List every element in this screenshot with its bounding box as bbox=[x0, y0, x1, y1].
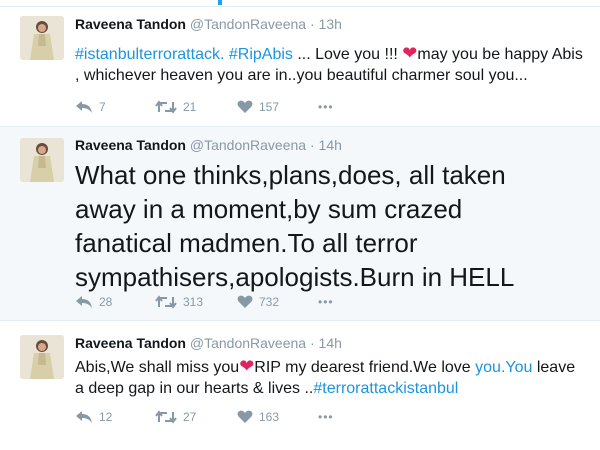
timestamp[interactable]: 13h bbox=[319, 16, 342, 32]
tweet[interactable]: Raveena Tandon @TandonRaveena · 13h #ist… bbox=[0, 6, 600, 127]
reply-count: 28 bbox=[99, 295, 113, 309]
retweet-count: 21 bbox=[183, 100, 197, 114]
more-icon: ••• bbox=[318, 410, 334, 424]
retweet-button[interactable]: 27 bbox=[155, 410, 196, 424]
reply-button[interactable]: 7 bbox=[75, 100, 106, 114]
tweet-text-part: RIP my dearest friend.We love bbox=[254, 359, 476, 376]
more-icon: ••• bbox=[318, 295, 334, 309]
heart-emoji: ❤ bbox=[239, 356, 255, 376]
top-strip-mark bbox=[218, 0, 222, 5]
tweet-text: Abis,We shall miss you❤RIP my dearest fr… bbox=[75, 356, 585, 399]
retweet-count: 27 bbox=[183, 410, 197, 424]
separator-dot: · bbox=[309, 16, 315, 32]
tweet[interactable]: Raveena Tandon @TandonRaveena · 14h What… bbox=[0, 127, 600, 321]
avatar[interactable] bbox=[20, 16, 64, 60]
author-handle[interactable]: @TandonRaveena bbox=[190, 16, 306, 32]
like-icon bbox=[237, 100, 253, 114]
author-name[interactable]: Raveena Tandon bbox=[75, 16, 186, 32]
tweet[interactable]: Raveena Tandon @TandonRaveena · 14h Abis… bbox=[0, 321, 600, 450]
author-handle[interactable]: @TandonRaveena bbox=[190, 137, 306, 153]
tweet-text-part: ... Love you !!! bbox=[292, 46, 403, 63]
like-count: 163 bbox=[259, 410, 280, 424]
tweet-header: Raveena Tandon @TandonRaveena · 13h bbox=[75, 16, 342, 32]
author-handle[interactable]: @TandonRaveena bbox=[190, 335, 306, 351]
more-button[interactable]: ••• bbox=[318, 295, 334, 309]
retweet-icon bbox=[155, 295, 177, 309]
reply-icon bbox=[75, 410, 93, 424]
tweet-header: Raveena Tandon @TandonRaveena · 14h bbox=[75, 335, 342, 351]
tweet-text: What one thinks,plans,does, all taken aw… bbox=[75, 160, 515, 292]
like-icon bbox=[237, 295, 253, 309]
separator-dot: · bbox=[309, 335, 315, 351]
like-button[interactable]: 157 bbox=[237, 100, 279, 114]
reply-icon bbox=[75, 100, 93, 114]
more-icon: ••• bbox=[318, 100, 334, 114]
like-icon bbox=[237, 410, 253, 424]
reply-button[interactable]: 28 bbox=[75, 295, 112, 309]
reply-count: 12 bbox=[99, 410, 113, 424]
like-button[interactable]: 163 bbox=[237, 410, 279, 424]
retweet-icon bbox=[155, 410, 177, 424]
more-button[interactable]: ••• bbox=[318, 100, 334, 114]
like-button[interactable]: 732 bbox=[237, 295, 279, 309]
hashtag-link[interactable]: #terrorattackistanbul bbox=[313, 380, 458, 397]
reply-button[interactable]: 12 bbox=[75, 410, 112, 424]
retweet-button[interactable]: 21 bbox=[155, 100, 196, 114]
retweet-button[interactable]: 313 bbox=[155, 295, 203, 309]
author-name[interactable]: Raveena Tandon bbox=[75, 335, 186, 351]
tweet-header: Raveena Tandon @TandonRaveena · 14h bbox=[75, 137, 342, 153]
reply-count: 7 bbox=[99, 100, 106, 114]
heart-emoji: ❤ bbox=[402, 43, 418, 63]
timestamp[interactable]: 14h bbox=[319, 335, 342, 351]
timestamp[interactable]: 14h bbox=[319, 137, 342, 153]
retweet-count: 313 bbox=[183, 295, 204, 309]
tweet-text: #istanbulterrorattack. #RipAbis ... Love… bbox=[75, 43, 585, 86]
more-button[interactable]: ••• bbox=[318, 410, 334, 424]
like-count: 157 bbox=[259, 100, 280, 114]
avatar[interactable] bbox=[20, 138, 64, 182]
tweet-text-part: Abis,We shall miss you bbox=[75, 359, 240, 376]
reply-icon bbox=[75, 295, 93, 309]
retweet-icon bbox=[155, 100, 177, 114]
author-name[interactable]: Raveena Tandon bbox=[75, 137, 186, 153]
text-link[interactable]: you.You bbox=[475, 359, 532, 376]
hashtag-link[interactable]: #RipAbis bbox=[229, 46, 293, 63]
avatar[interactable] bbox=[20, 335, 64, 379]
like-count: 732 bbox=[259, 295, 280, 309]
separator-dot: · bbox=[309, 137, 315, 153]
hashtag-link[interactable]: #istanbulterrorattack. bbox=[75, 46, 224, 63]
